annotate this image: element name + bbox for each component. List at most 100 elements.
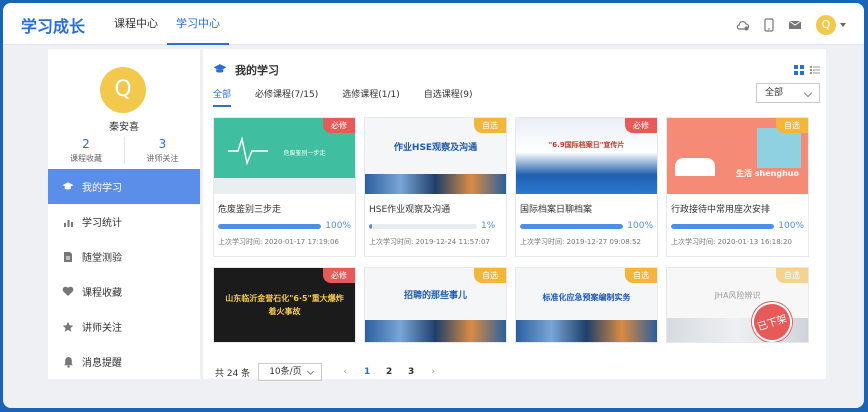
stat-value: 3 bbox=[158, 137, 167, 151]
chevron-left-icon[interactable]: ‹ bbox=[334, 367, 356, 377]
thumb-title: JHA风险辨识 bbox=[714, 291, 761, 300]
stat-followed-teachers[interactable]: 3 讲师关注 bbox=[124, 137, 200, 164]
tab-course-center[interactable]: 课程中心 bbox=[105, 3, 167, 45]
filter-tab-self-selected[interactable]: 自选课程(9) bbox=[424, 87, 473, 107]
page-2[interactable]: 2 bbox=[378, 367, 400, 377]
progress-percent: 100% bbox=[325, 221, 351, 231]
progress-row: 100% bbox=[214, 215, 355, 231]
thumb-photo-strip bbox=[365, 174, 506, 194]
user-avatar-small[interactable]: Q bbox=[816, 15, 836, 35]
filter-tab-required[interactable]: 必修课程(7/15) bbox=[255, 87, 318, 107]
thumb-title: 作业HSE观察及沟通 bbox=[393, 143, 478, 153]
thumb-photo-strip bbox=[516, 320, 657, 342]
badge-required: 必修 bbox=[323, 118, 355, 133]
progress-row: 100% bbox=[516, 215, 657, 231]
thumb-title: 生活 shenghuo bbox=[736, 169, 799, 178]
sidebar-item-label: 学习统计 bbox=[82, 218, 122, 229]
main-panel: 我的学习 全部 必修课程(7/15) 选修课程(1/1) 自选课程(9) 全部 bbox=[203, 49, 826, 381]
course-card[interactable]: 危废鉴别一步走 必修 危废鉴别三步走 100% 上次学习时间: 2020-01-… bbox=[213, 117, 356, 257]
course-thumbnail: 标准化应急预案编制实务 自选 bbox=[516, 268, 657, 342]
badge-optional: 自选 bbox=[776, 268, 808, 283]
course-card[interactable]: 生活 shenghuo 自选 行政接待中常用座次安排 100% 上次学习时间: … bbox=[666, 117, 809, 257]
badge-optional: 自选 bbox=[625, 268, 657, 283]
course-card[interactable]: 标准化应急预案编制实务 自选 bbox=[515, 267, 658, 343]
grid-view-icon[interactable] bbox=[794, 65, 804, 75]
sidebar-item-followed-teachers[interactable]: 讲师关注 bbox=[48, 309, 200, 344]
course-card[interactable]: 山东临沂金誉石化"6·5"重大爆炸着火事故 必修 bbox=[213, 267, 356, 343]
thumb-title: 标准化应急预案编制实务 bbox=[542, 293, 631, 302]
progress-bar bbox=[671, 223, 775, 229]
status-select[interactable]: 全部 bbox=[756, 83, 820, 103]
progress-bar bbox=[520, 223, 624, 229]
progress-percent: 100% bbox=[627, 221, 653, 231]
chevron-right-icon[interactable]: › bbox=[422, 367, 444, 377]
sidebar-item-learning-stats[interactable]: 学习统计 bbox=[48, 204, 200, 239]
pagination: 共 24 条 10条/页 ‹ 1 2 3 › bbox=[215, 363, 444, 381]
progress-fill bbox=[369, 223, 373, 229]
thumb-title: 危废鉴别一步走 bbox=[283, 150, 326, 157]
avatar: Q bbox=[100, 67, 146, 113]
top-header: 学习成长 课程中心 学习中心 Q bbox=[3, 3, 864, 45]
page-1[interactable]: 1 bbox=[356, 367, 378, 377]
graduation-cap-icon bbox=[62, 181, 74, 193]
bell-icon bbox=[62, 356, 74, 368]
page-3[interactable]: 3 bbox=[400, 367, 422, 377]
thumb-photo-strip bbox=[365, 320, 506, 342]
progress-percent: 1% bbox=[481, 221, 496, 231]
sidebar-item-favorites[interactable]: 课程收藏 bbox=[48, 274, 200, 309]
view-toggle bbox=[788, 65, 820, 75]
heart-icon bbox=[62, 286, 74, 298]
progress-bar bbox=[218, 223, 322, 229]
filter-tab-elective[interactable]: 选修课程(1/1) bbox=[342, 87, 400, 107]
sidebar-item-label: 随堂测验 bbox=[82, 253, 122, 264]
filter-tabs: 全部 必修课程(7/15) 选修课程(1/1) 自选课程(9) bbox=[213, 87, 497, 107]
thumb-title: "6.9国际档案日"宣传片 bbox=[548, 141, 625, 149]
cloud-icon[interactable] bbox=[734, 16, 752, 34]
course-card[interactable]: 招聘的那些事儿 自选 bbox=[364, 267, 507, 343]
progress-row: 100% bbox=[667, 215, 808, 231]
select-value: 全部 bbox=[765, 88, 784, 98]
chevron-down-icon[interactable] bbox=[840, 23, 846, 27]
course-thumbnail: "6.9国际档案日"宣传片 必修 bbox=[516, 118, 657, 194]
badge-required: 必修 bbox=[625, 118, 657, 133]
course-title[interactable]: 国际档案日聊档案 bbox=[516, 194, 657, 215]
stat-value: 2 bbox=[82, 137, 90, 151]
user-stats: 2 课程收藏 3 讲师关注 bbox=[48, 137, 200, 164]
course-title[interactable]: HSE作业观察及沟通 bbox=[365, 194, 506, 215]
course-title[interactable]: 危废鉴别三步走 bbox=[214, 194, 355, 215]
brand-title: 学习成长 bbox=[21, 17, 86, 36]
course-card[interactable]: JHA风险辨识 自选 已下架 bbox=[666, 267, 809, 343]
list-view-icon[interactable] bbox=[810, 65, 820, 75]
stat-label: 课程收藏 bbox=[70, 154, 102, 163]
course-thumbnail: 作业HSE观察及沟通 自选 bbox=[365, 118, 506, 194]
badge-optional: 自选 bbox=[474, 118, 506, 133]
last-study-time: 上次学习时间: 2020-01-13 16:18:20 bbox=[671, 238, 792, 246]
thumb-strip bbox=[214, 178, 355, 194]
stat-favorites[interactable]: 2 课程收藏 bbox=[48, 137, 124, 164]
user-name: 秦安喜 bbox=[109, 122, 139, 133]
thumb-title: 招聘的那些事儿 bbox=[403, 291, 467, 301]
sidebar-item-label: 课程收藏 bbox=[82, 288, 122, 299]
sidebar: Q 秦安喜 2 课程收藏 3 讲师关注 我的学习 学习统计 随堂测验 课程收藏 … bbox=[48, 49, 200, 379]
mail-icon[interactable] bbox=[786, 16, 804, 34]
course-thumbnail: 招聘的那些事儿 自选 bbox=[365, 268, 506, 342]
document-icon bbox=[62, 251, 74, 263]
course-card[interactable]: "6.9国际档案日"宣传片 必修 国际档案日聊档案 100% 上次学习时间: 2… bbox=[515, 117, 658, 257]
course-card[interactable]: 作业HSE观察及沟通 自选 HSE作业观察及沟通 1% 上次学习时间: 2019… bbox=[364, 117, 507, 257]
course-thumbnail: 山东临沂金誉石化"6·5"重大爆炸着火事故 必修 bbox=[214, 268, 355, 342]
sidebar-item-notifications[interactable]: 消息提醒 bbox=[48, 344, 200, 379]
tab-learning-center[interactable]: 学习中心 bbox=[167, 3, 229, 45]
page-size-select[interactable]: 10条/页 bbox=[258, 363, 323, 381]
last-study-time: 上次学习时间: 2019-12-24 11:57:07 bbox=[369, 238, 490, 246]
sidebar-item-quiz[interactable]: 随堂测验 bbox=[48, 239, 200, 274]
sidebar-item-my-learning[interactable]: 我的学习 bbox=[48, 169, 200, 204]
page-title: 我的学习 bbox=[235, 64, 279, 77]
course-title[interactable]: 行政接待中常用座次安排 bbox=[667, 194, 808, 215]
progress-fill bbox=[671, 223, 775, 229]
sidebar-item-label: 讲师关注 bbox=[82, 323, 122, 334]
sidebar-menu: 我的学习 学习统计 随堂测验 课程收藏 讲师关注 消息提醒 bbox=[48, 169, 200, 379]
section-title: 我的学习 bbox=[213, 62, 279, 78]
filter-tab-all[interactable]: 全部 bbox=[213, 87, 232, 107]
mobile-icon[interactable] bbox=[760, 16, 778, 34]
course-thumbnail: JHA风险辨识 自选 已下架 bbox=[667, 268, 808, 342]
